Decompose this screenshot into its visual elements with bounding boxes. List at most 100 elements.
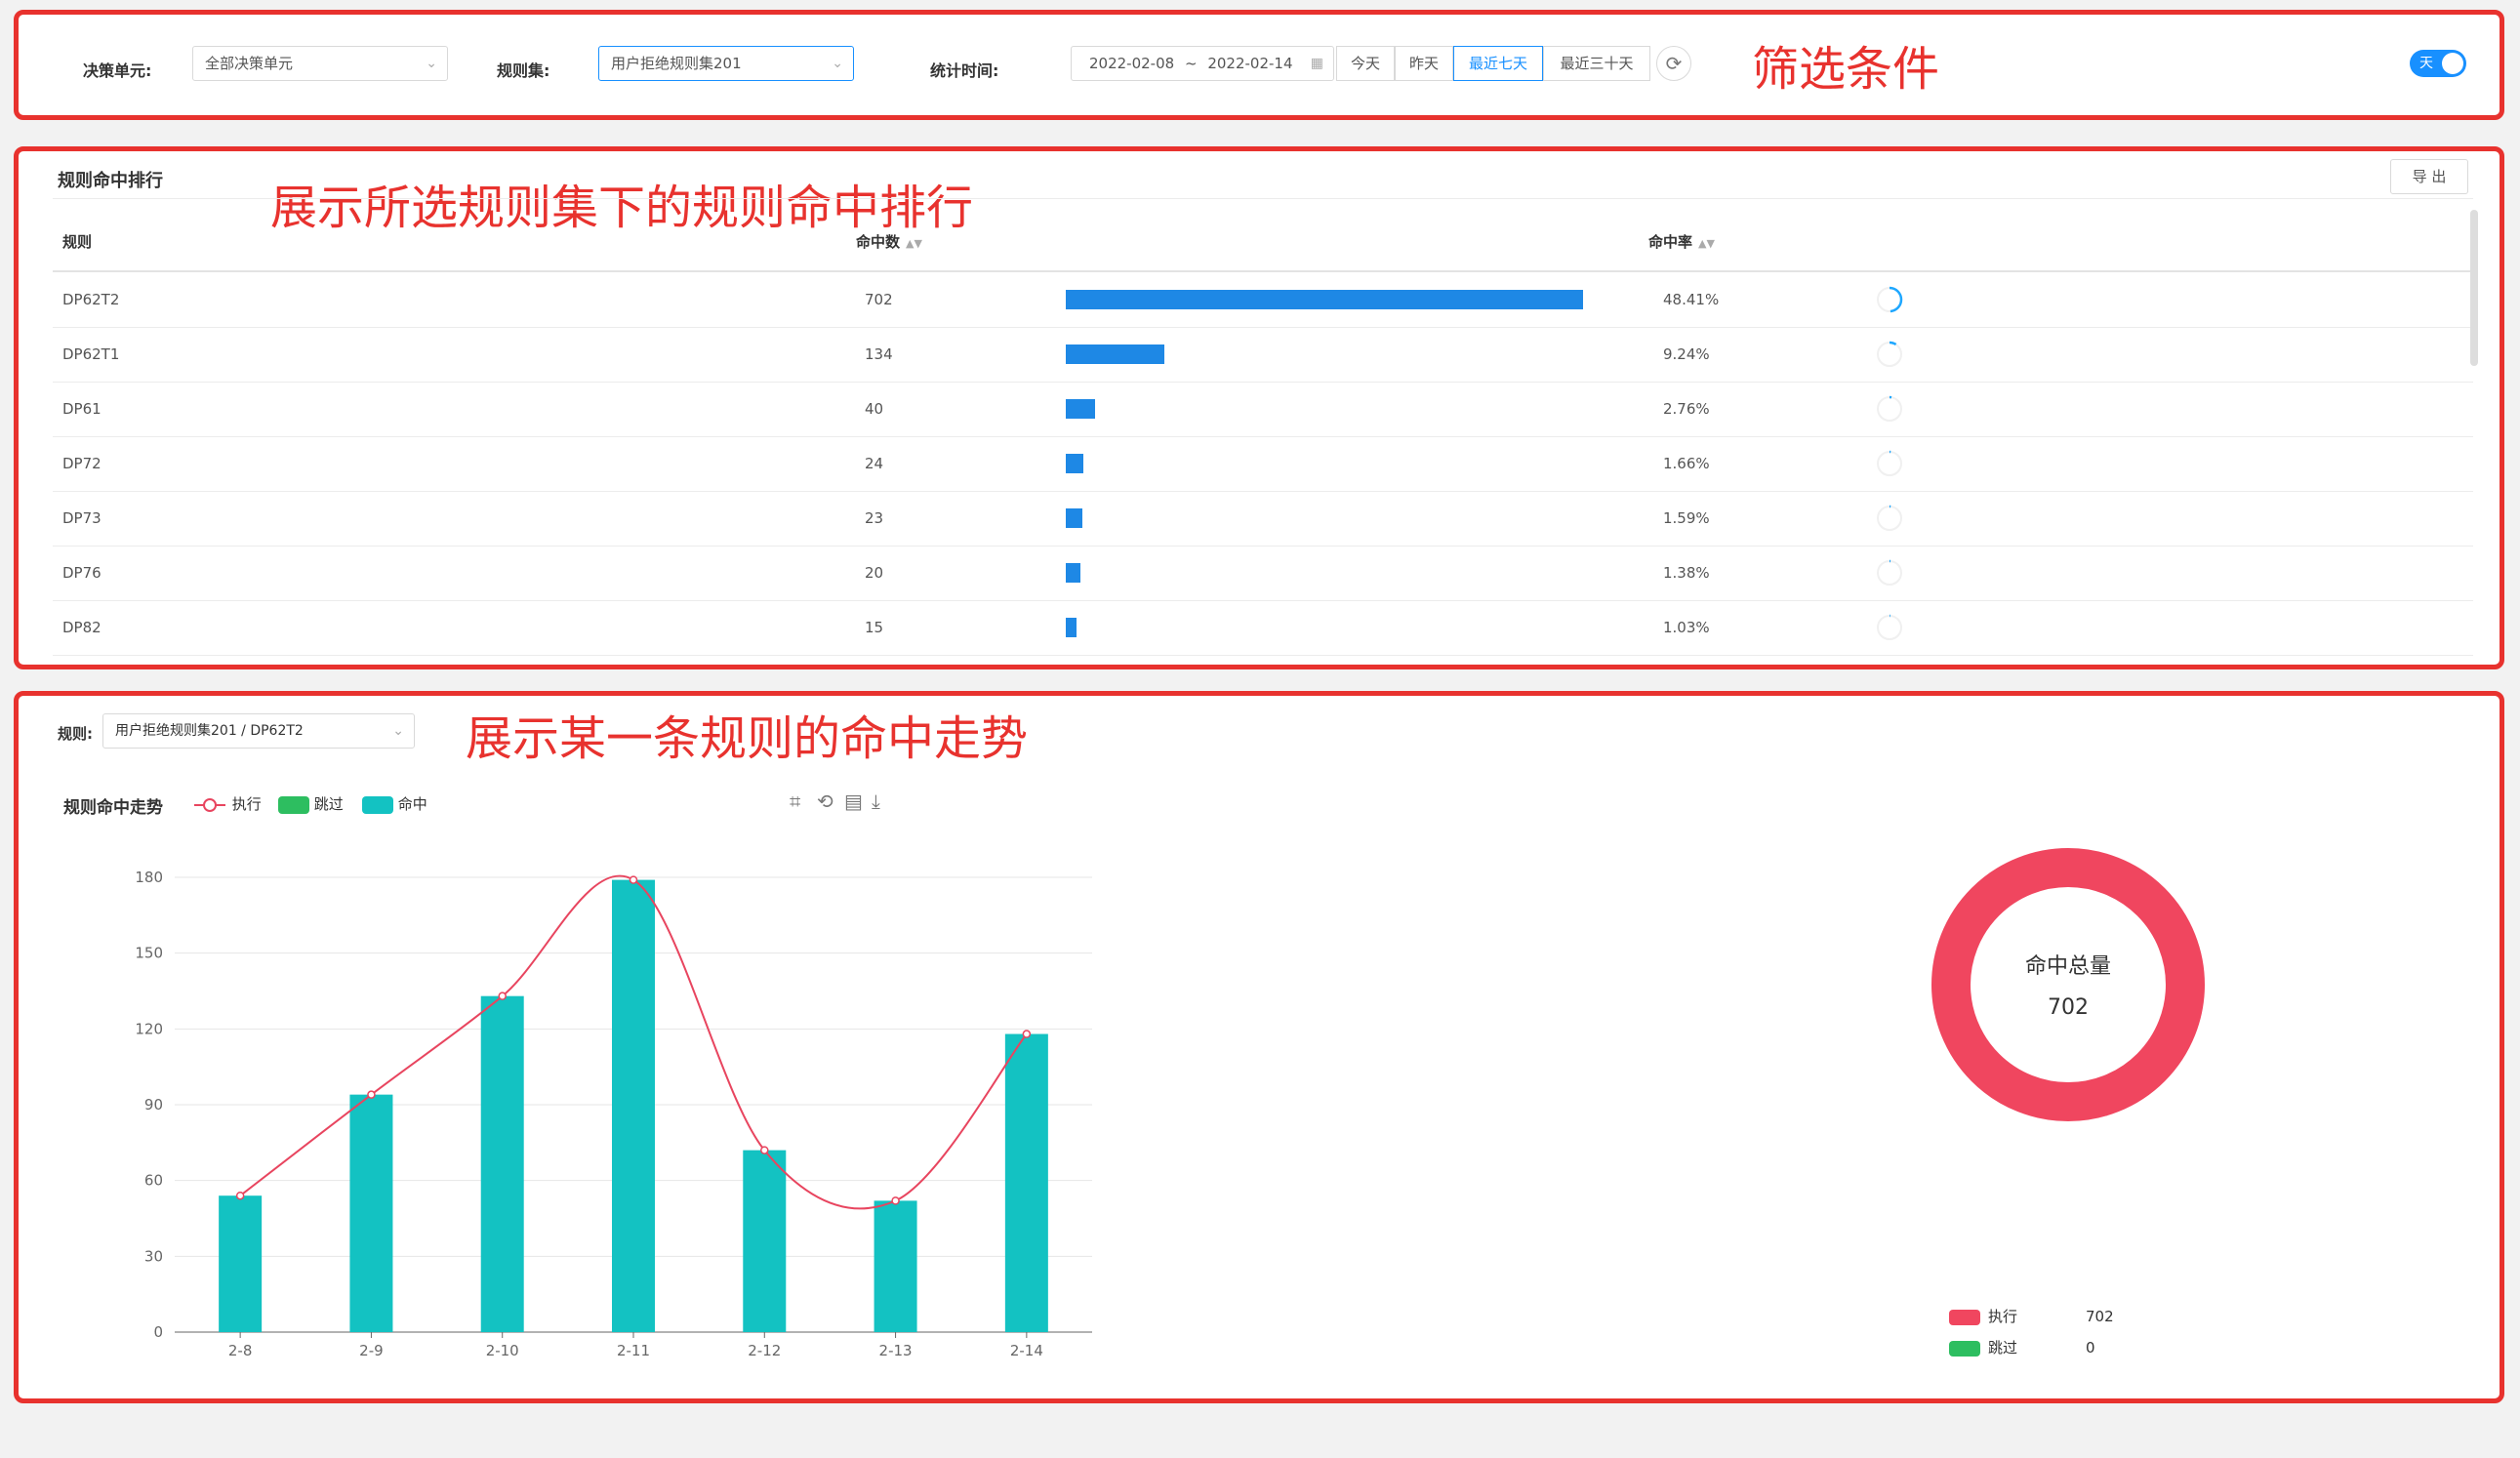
- exec-point: [235, 1191, 245, 1200]
- y-tick-label: 90: [144, 1096, 163, 1114]
- bar-hit: [874, 1200, 917, 1332]
- legend-hit[interactable]: 命中: [362, 793, 427, 814]
- row-rule: DP76: [62, 564, 102, 582]
- trend-rule-label: 规则:: [58, 725, 93, 743]
- row-hits: 24: [865, 455, 884, 472]
- calendar-icon: ▦: [1310, 56, 1323, 71]
- donut-legend: 执行 702 跳过 0: [1949, 1301, 2114, 1363]
- row-hits: 134: [865, 345, 893, 363]
- ruleset-select[interactable]: 用户拒绝规则集201 ⌄: [598, 46, 854, 81]
- donut-legend-item[interactable]: 执行 702: [1949, 1301, 2114, 1332]
- table-row[interactable]: DP72 24 1.66%: [53, 436, 2473, 492]
- quick-last7-button[interactable]: 最近七天: [1453, 46, 1543, 81]
- x-tick-label: 2-14: [1010, 1342, 1043, 1359]
- hits-bar: [1066, 508, 1082, 528]
- row-hits: 15: [865, 619, 884, 636]
- hits-bar: [1066, 618, 1077, 637]
- chevron-down-icon: ⌄: [426, 56, 437, 71]
- rate-ring-icon: [1876, 450, 1903, 477]
- hits-bar: [1066, 344, 1164, 364]
- annotation-filter: 筛选条件: [1752, 42, 1940, 97]
- y-tick-label: 150: [135, 945, 163, 962]
- legend-skip[interactable]: 跳过: [278, 793, 344, 814]
- table-row[interactable]: DP61 40 2.76%: [53, 382, 2473, 437]
- donut-center-value: 702: [2048, 995, 2089, 1020]
- annotation-trend: 展示某一条规则的命中走势: [466, 711, 1029, 766]
- x-tick-label: 2-10: [486, 1342, 519, 1359]
- time-label: 统计时间:: [930, 61, 999, 80]
- header-rule: 规则: [62, 233, 93, 251]
- y-tick-label: 60: [144, 1172, 163, 1190]
- row-hits: 702: [865, 291, 893, 308]
- row-rule: DP62T2: [62, 291, 120, 308]
- row-rate: 1.38%: [1663, 564, 1710, 582]
- row-hits: 20: [865, 564, 884, 582]
- data-view-icon[interactable]: ▤: [844, 790, 863, 813]
- rate-ring-icon: [1876, 286, 1903, 313]
- table-scrollbar[interactable]: [2470, 210, 2478, 366]
- legend-value: 702: [2086, 1308, 2114, 1325]
- download-icon[interactable]: ⤓: [872, 790, 880, 813]
- bar-legend-icon: [362, 795, 393, 814]
- toggle-knob: [2442, 53, 2463, 74]
- toggle-label: 天: [2419, 56, 2433, 71]
- y-tick-label: 180: [135, 869, 163, 886]
- header-hits[interactable]: 命中数 ▲▼: [856, 231, 922, 252]
- row-rate: 48.41%: [1663, 291, 1720, 308]
- row-rule: DP73: [62, 509, 102, 527]
- chevron-down-icon: ⌄: [392, 723, 404, 739]
- donut-legend-item[interactable]: 跳过 0: [1949, 1332, 2114, 1363]
- day-toggle[interactable]: 天: [2410, 50, 2466, 77]
- y-tick-label: 30: [144, 1247, 163, 1265]
- table-row[interactable]: DP76 20 1.38%: [53, 546, 2473, 601]
- quick-last30-button[interactable]: 最近三十天: [1543, 46, 1650, 81]
- ranking-panel: 规则命中排行 展示所选规则集下的规则命中排行 导 出 规则 命中数 ▲▼ 命中率 ▲…: [14, 146, 2504, 669]
- unit-select[interactable]: 全部决策单元 ⌄: [192, 46, 448, 81]
- bar-hit: [612, 879, 655, 1332]
- rate-ring-icon: [1876, 395, 1903, 423]
- row-rate: 9.24%: [1663, 345, 1710, 363]
- header-rate[interactable]: 命中率 ▲▼: [1648, 231, 1715, 252]
- row-hits: 40: [865, 400, 884, 418]
- crop-icon[interactable]: ⌗: [790, 790, 800, 813]
- legend-name: 跳过: [1988, 1339, 2018, 1357]
- exec-point: [891, 1196, 900, 1205]
- donut-slice-0[interactable]: [1931, 848, 2205, 1121]
- legend-swatch-icon: [1949, 1309, 1980, 1325]
- y-tick-label: 0: [153, 1323, 163, 1341]
- quick-today-button[interactable]: 今天: [1336, 46, 1395, 81]
- x-tick-label: 2-12: [748, 1342, 781, 1359]
- exec-point: [367, 1090, 376, 1099]
- trend-rule-value: 用户拒绝规则集201 / DP62T2: [115, 723, 304, 739]
- exec-point: [498, 992, 507, 1000]
- row-rule: DP82: [62, 619, 102, 636]
- bar-hit: [480, 995, 524, 1332]
- chart-title: 规则命中走势: [63, 798, 163, 818]
- bar-hit: [743, 1150, 787, 1332]
- row-rate: 1.03%: [1663, 619, 1710, 636]
- quick-yesterday-button[interactable]: 昨天: [1395, 46, 1453, 81]
- ruleset-label: 规则集:: [497, 61, 550, 80]
- x-tick-label: 2-11: [617, 1342, 650, 1359]
- trend-rule-select[interactable]: 用户拒绝规则集201 / DP62T2 ⌄: [102, 713, 415, 749]
- bar-hit: [349, 1094, 393, 1332]
- row-rule: DP61: [62, 400, 102, 418]
- legend-name: 执行: [1988, 1308, 2018, 1325]
- table-row[interactable]: DP73 23 1.59%: [53, 491, 2473, 547]
- table-row[interactable]: DP62T2 702 48.41%: [53, 272, 2473, 328]
- table-row[interactable]: DP62T1 134 9.24%: [53, 327, 2473, 383]
- table-row[interactable]: DP82 15 1.03%: [53, 600, 2473, 656]
- date-range-picker[interactable]: 2022-02-08 ~ 2022-02-14 ▦: [1071, 46, 1334, 81]
- legend-exec[interactable]: 执行: [192, 793, 262, 814]
- date-separator: ~: [1184, 55, 1198, 72]
- refresh-icon[interactable]: ⟳: [1656, 46, 1691, 81]
- restore-icon[interactable]: ⟲: [817, 790, 833, 813]
- export-button[interactable]: 导 出: [2390, 159, 2468, 194]
- sort-icon: ▲▼: [906, 237, 922, 250]
- bar-hit: [219, 1195, 263, 1332]
- date-start: 2022-02-08: [1089, 55, 1175, 72]
- exec-point: [760, 1146, 769, 1154]
- unit-select-value: 全部决策单元: [205, 55, 294, 72]
- rate-ring-icon: [1876, 505, 1903, 532]
- hits-bar: [1066, 399, 1095, 419]
